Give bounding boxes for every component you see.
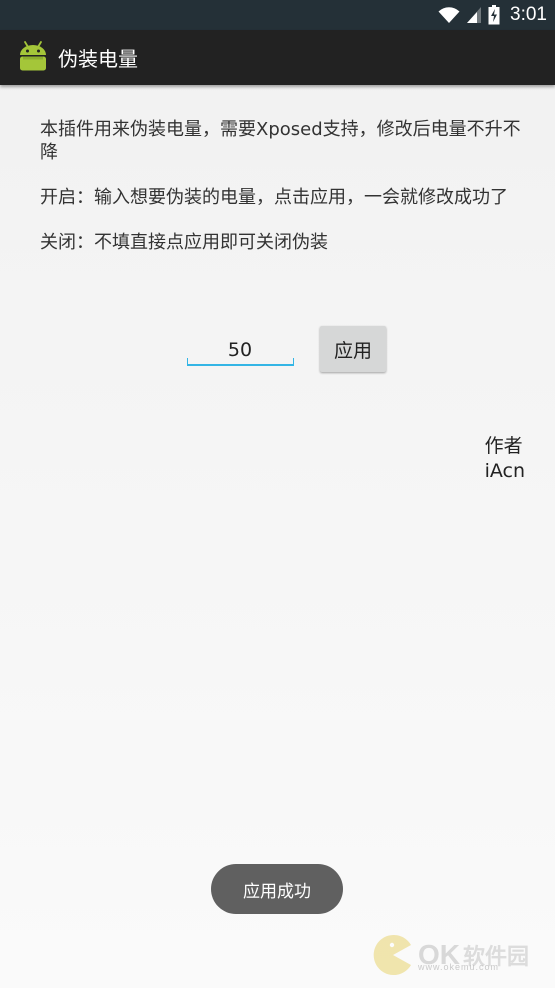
- android-icon: [20, 41, 46, 71]
- app-title: 伪装电量: [58, 47, 138, 71]
- wifi-icon: [438, 7, 460, 23]
- action-bar: 伪装电量: [0, 30, 555, 85]
- input-underline-right-tick: [293, 358, 294, 365]
- instruction-enable: 开启：输入想要伪装的电量，点击应用，一会就修改成功了: [40, 187, 508, 208]
- toast-message: 应用成功: [211, 864, 343, 914]
- input-underline: [187, 364, 294, 366]
- battery-charging-icon: [488, 5, 500, 25]
- pacman-logo-icon: [373, 935, 411, 975]
- instruction-disable: 关闭：不填直接点应用即可关闭伪装: [40, 232, 328, 253]
- status-time: 3:01: [510, 4, 547, 25]
- author-credit: 作者 iAcn: [485, 434, 525, 484]
- signal-icon: [467, 7, 482, 23]
- author-label: 作者: [484, 435, 523, 457]
- status-icons: 3:01: [438, 3, 547, 27]
- input-underline-left-tick: [187, 358, 188, 365]
- apply-button[interactable]: 应用: [320, 326, 386, 372]
- battery-level-input[interactable]: [186, 334, 294, 366]
- instruction-intro: 本插件用来伪装电量，需要Xposed支持，修改后电量不升不降: [40, 119, 521, 163]
- watermark-url: www.okemu.com: [418, 962, 500, 972]
- status-bar: 3:01: [0, 0, 555, 30]
- instructions: 本插件用来伪装电量，需要Xposed支持，修改后电量不升不降 开启：输入想要伪装…: [40, 118, 532, 276]
- author-name: iAcn: [484, 460, 525, 482]
